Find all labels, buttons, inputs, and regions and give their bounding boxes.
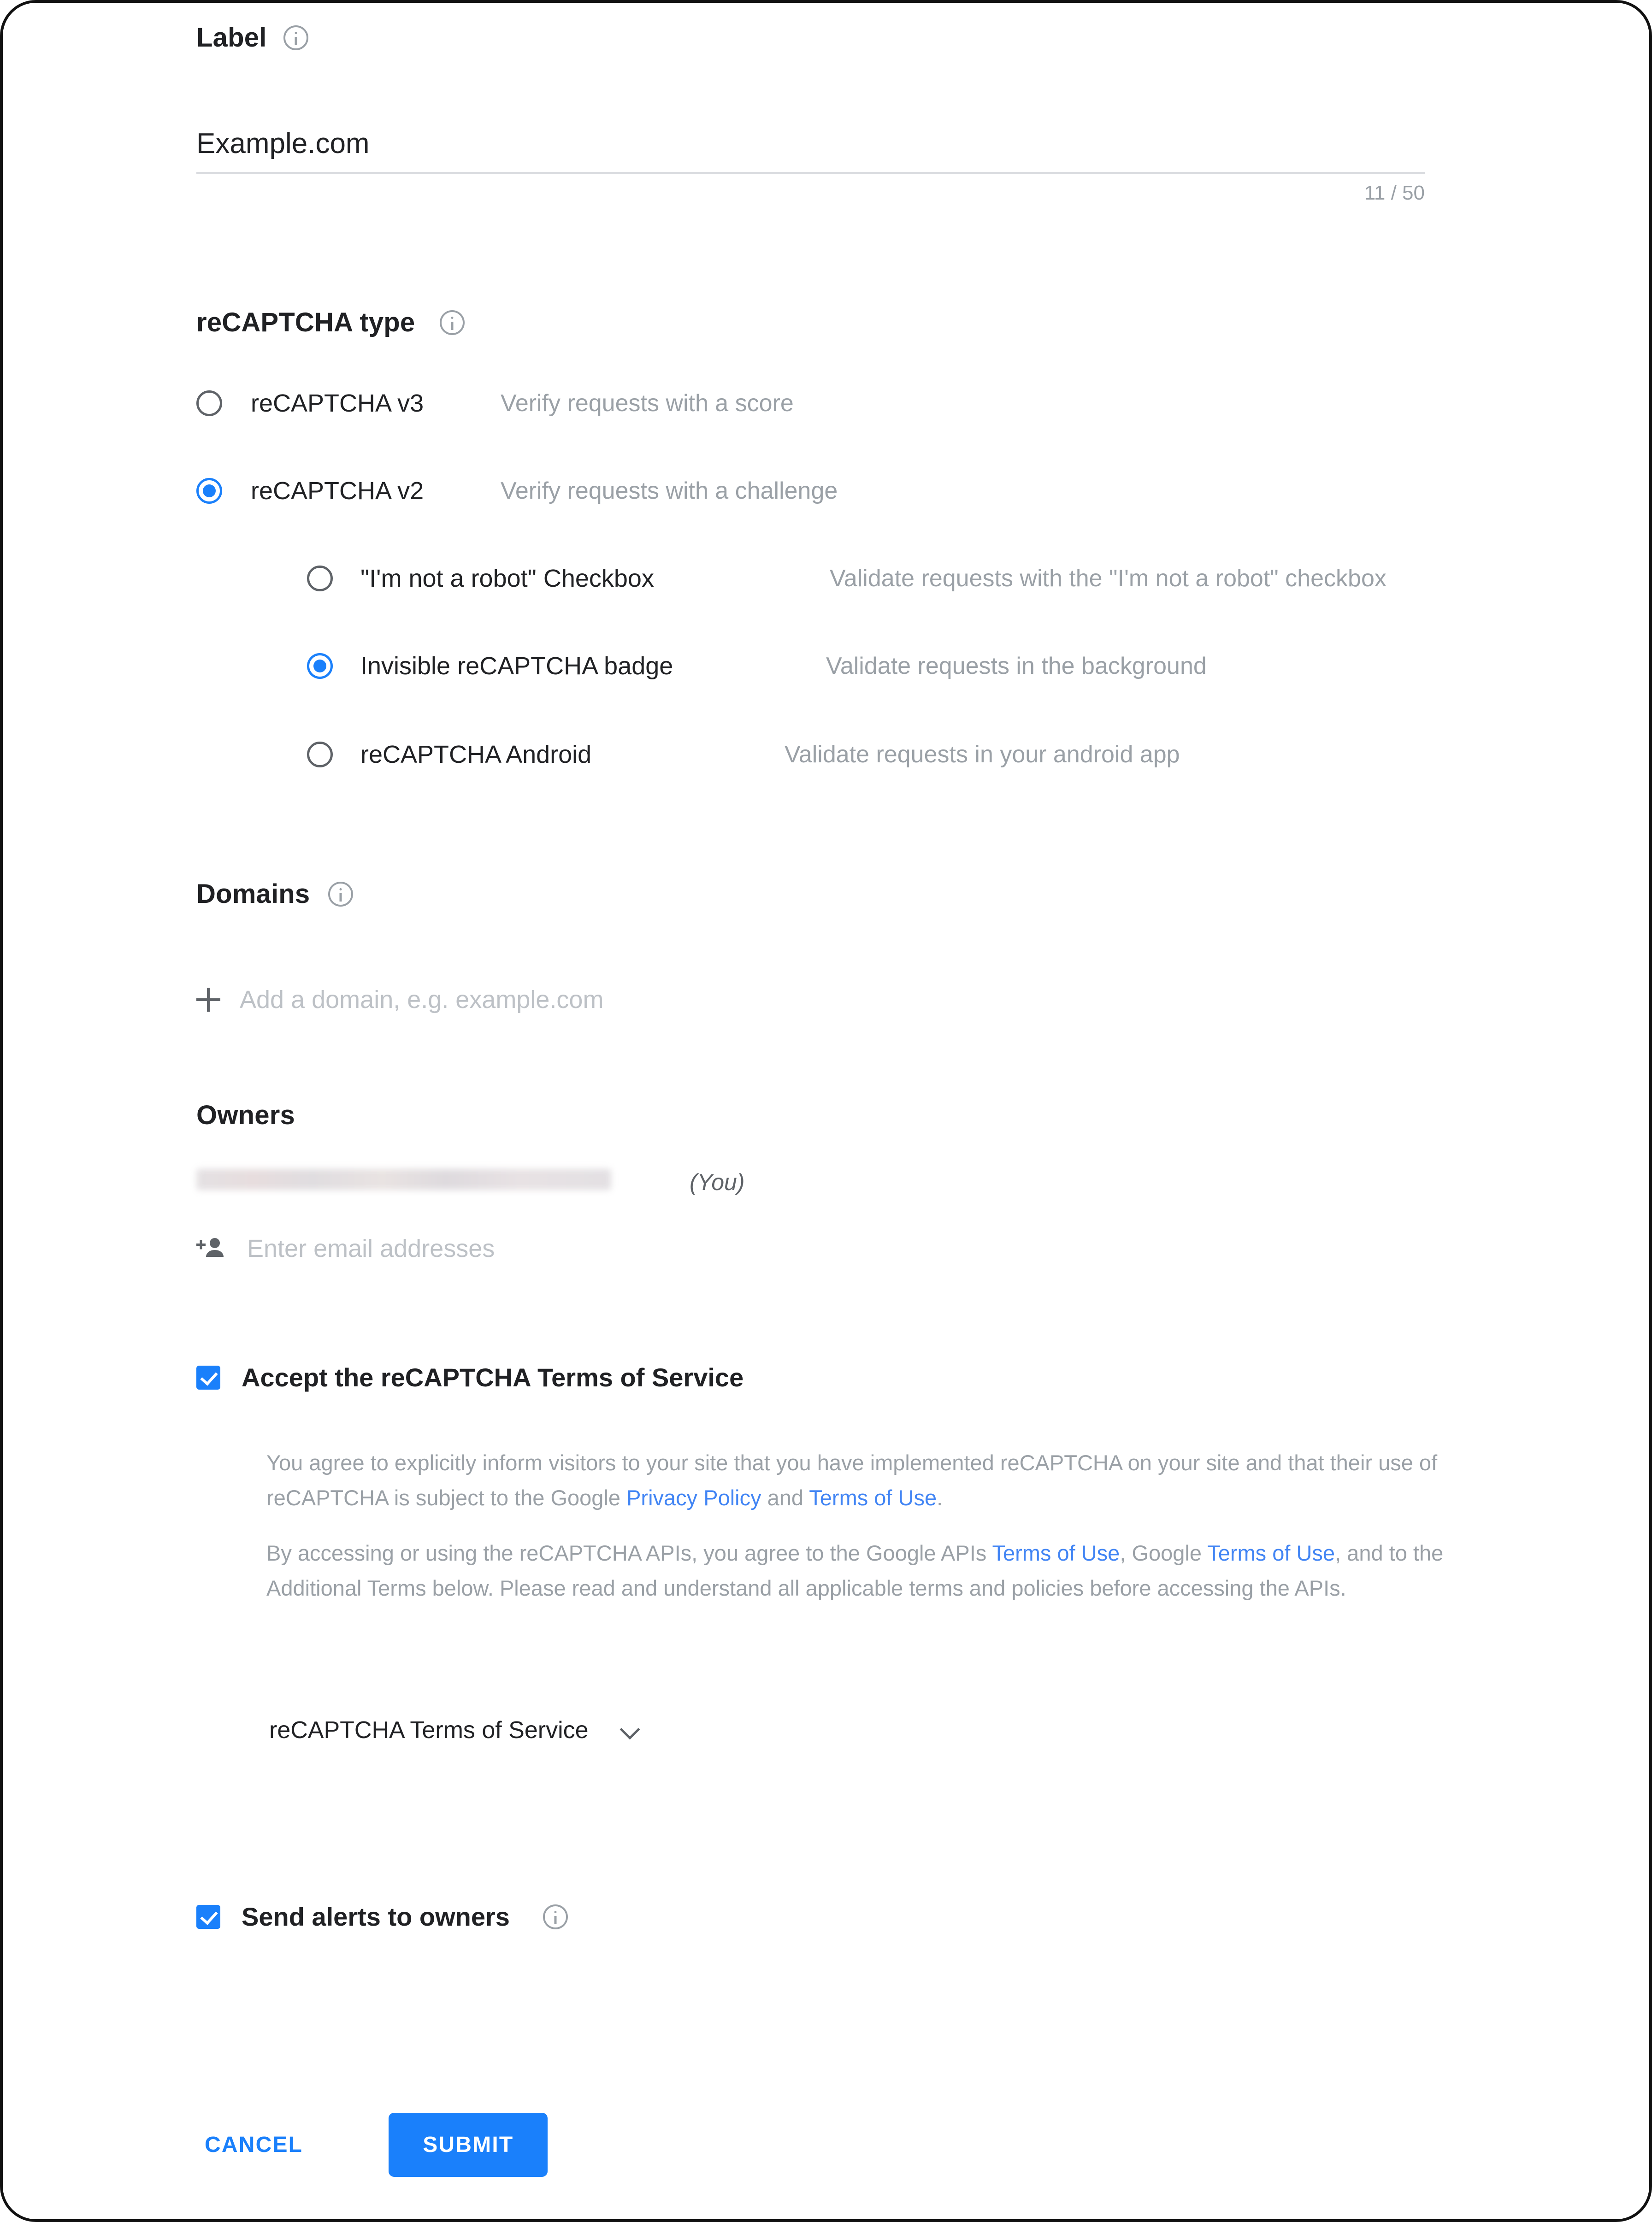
radio-im-not-a-robot-checkbox[interactable] (307, 566, 333, 591)
add-owner-row[interactable]: Enter email addresses (196, 1234, 495, 1263)
domains-section-header: Domains (196, 878, 354, 909)
legal-p1-text-2: and (761, 1485, 809, 1510)
radio-label-recaptcha-android: reCAPTCHA Android (360, 741, 592, 768)
recaptcha-registration-card: Label 11 / 50 reCAPTCHA type reCAPTCHA v… (0, 0, 1652, 2222)
legal-p2-text-2: , Google (1120, 1541, 1208, 1566)
label-section-header: Label (196, 22, 308, 53)
domains-section-title: Domains (196, 879, 310, 909)
radio-desc-recaptcha-v3: Verify requests with a score (501, 390, 794, 417)
radio-row-recaptcha-android[interactable]: reCAPTCHA Android Validate requests in y… (307, 740, 1180, 769)
accept-terms-row[interactable]: Accept the reCAPTCHA Terms of Service (196, 1362, 743, 1392)
label-section-title: Label (196, 23, 267, 53)
google-terms-of-use-link[interactable]: Terms of Use (1207, 1541, 1335, 1565)
recaptcha-terms-of-service-expander[interactable]: reCAPTCHA Terms of Service (269, 1716, 640, 1744)
radio-recaptcha-v2[interactable] (196, 478, 222, 504)
radio-row-invisible-recaptcha-badge[interactable]: Invisible reCAPTCHA badge Validate reque… (307, 652, 1207, 680)
domains-info-icon[interactable] (328, 881, 354, 907)
cancel-button[interactable]: CANCEL (196, 2118, 311, 2171)
radio-label-recaptcha-v2: reCAPTCHA v2 (251, 477, 424, 505)
send-alerts-row[interactable]: Send alerts to owners (196, 1902, 568, 1932)
add-owner-email-input[interactable]: Enter email addresses (247, 1234, 495, 1263)
submit-button[interactable]: SUBMIT (389, 2113, 548, 2177)
radio-label-recaptcha-v3: reCAPTCHA v3 (251, 389, 424, 417)
send-alerts-checkbox[interactable] (196, 1904, 220, 1929)
recaptcha-type-header: reCAPTCHA type (196, 307, 465, 338)
label-input-underline (196, 172, 1425, 174)
radio-invisible-recaptcha-badge[interactable] (307, 653, 333, 679)
chevron-down-icon[interactable] (622, 1725, 640, 1735)
label-field-wrapper: 11 / 50 (196, 127, 1425, 204)
owner-list-item: (You) (196, 1169, 745, 1196)
legal-paragraph-1: You agree to explicitly inform visitors … (266, 1445, 1463, 1515)
radio-desc-im-not-a-robot-checkbox: Validate requests with the "I'm not a ro… (830, 565, 1386, 592)
label-info-icon[interactable] (283, 25, 308, 50)
radio-desc-invisible-recaptcha-badge: Validate requests in the background (826, 653, 1207, 679)
legal-p2-text-1: By accessing or using the reCAPTCHA APIs… (266, 1541, 992, 1566)
recaptcha-terms-of-service-expander-label: reCAPTCHA Terms of Service (269, 1717, 589, 1744)
add-domain-row[interactable]: Add a domain, e.g. example.com (196, 985, 603, 1014)
radio-desc-recaptcha-android: Validate requests in your android app (785, 741, 1180, 768)
legal-text-block: You agree to explicitly inform visitors … (266, 1445, 1463, 1627)
recaptcha-type-info-icon[interactable] (440, 310, 465, 335)
radio-label-invisible-recaptcha-badge: Invisible reCAPTCHA badge (360, 652, 673, 680)
send-alerts-label: Send alerts to owners (242, 1902, 510, 1931)
radio-label-im-not-a-robot-checkbox: "I'm not a robot" Checkbox (360, 565, 654, 592)
label-input[interactable] (196, 127, 1425, 172)
radio-recaptcha-android[interactable] (307, 742, 333, 767)
owner-you-tag: (You) (690, 1169, 745, 1195)
legal-paragraph-2: By accessing or using the reCAPTCHA APIs… (266, 1536, 1463, 1606)
form-action-bar: CANCEL SUBMIT (196, 2113, 548, 2177)
radio-recaptcha-v3[interactable] (196, 390, 222, 416)
label-char-counter: 11 / 50 (1364, 182, 1425, 204)
radio-row-recaptcha-v3[interactable]: reCAPTCHA v3 Verify requests with a scor… (196, 389, 794, 418)
person-add-icon (196, 1235, 226, 1262)
owner-email-redacted (196, 1169, 611, 1190)
accept-terms-checkbox[interactable] (196, 1365, 220, 1390)
google-apis-terms-of-use-link[interactable]: Terms of Use (992, 1541, 1120, 1565)
send-alerts-info-icon[interactable] (543, 1904, 568, 1929)
privacy-policy-link[interactable]: Privacy Policy (626, 1485, 761, 1510)
accept-terms-label: Accept the reCAPTCHA Terms of Service (242, 1363, 744, 1392)
terms-of-use-link-1[interactable]: Terms of Use (809, 1485, 937, 1510)
legal-p1-text-3: . (937, 1485, 943, 1510)
plus-icon (196, 988, 220, 1012)
radio-desc-recaptcha-v2: Verify requests with a challenge (501, 477, 838, 504)
radio-row-im-not-a-robot-checkbox[interactable]: "I'm not a robot" Checkbox Validate requ… (307, 564, 1386, 593)
owners-section-header: Owners (196, 1100, 295, 1131)
owners-section-title: Owners (196, 1100, 295, 1130)
radio-row-recaptcha-v2[interactable]: reCAPTCHA v2 Verify requests with a chal… (196, 477, 838, 505)
add-domain-input[interactable]: Add a domain, e.g. example.com (240, 985, 603, 1014)
recaptcha-type-title: reCAPTCHA type (196, 307, 415, 337)
